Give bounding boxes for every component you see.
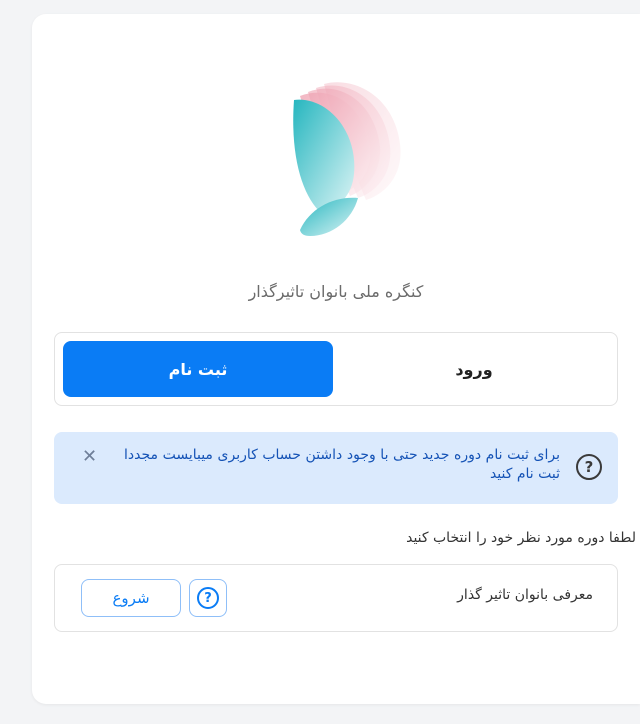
- tab-register[interactable]: ثبت نام: [63, 341, 333, 397]
- auth-card: کنگره ملی بانوان تاثیرگذار ورود ثبت نام …: [32, 14, 640, 704]
- alert-message: برای ثبت نام دوره جدید حتی با وجود داشتن…: [124, 447, 560, 482]
- question-circle-icon: ?: [197, 587, 219, 609]
- info-alert: ? برای ثبت نام دوره جدید حتی با وجود داش…: [54, 432, 618, 504]
- auth-tabs: ورود ثبت نام: [54, 332, 618, 406]
- course-prompt: لطفا دوره مورد نظر خود را انتخاب کنید: [406, 530, 636, 546]
- tab-login[interactable]: ورود: [339, 341, 609, 397]
- course-help-button[interactable]: ?: [189, 579, 227, 617]
- app-title: کنگره ملی بانوان تاثیرگذار: [248, 282, 424, 301]
- close-icon[interactable]: ✕: [82, 446, 97, 467]
- course-name: معرفی بانوان تاثیر گذار: [457, 587, 593, 603]
- course-item: معرفی بانوان تاثیر گذار ? شروع: [54, 564, 618, 632]
- start-button[interactable]: شروع: [81, 579, 181, 617]
- logo: [293, 82, 401, 236]
- question-circle-icon: ?: [576, 454, 602, 480]
